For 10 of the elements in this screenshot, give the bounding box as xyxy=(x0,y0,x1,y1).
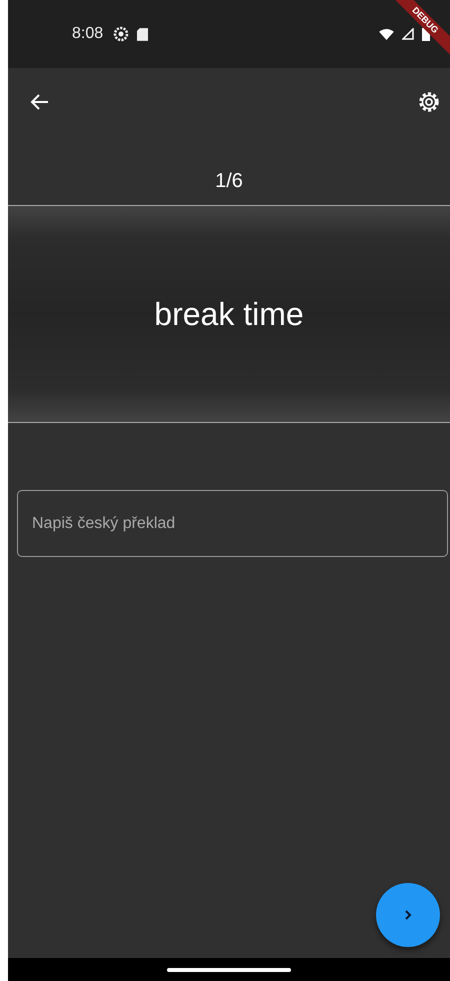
signal-icon xyxy=(402,28,414,40)
word-text: break time xyxy=(154,296,304,332)
settings-icon[interactable] xyxy=(417,90,441,114)
progress-counter: 1/6 xyxy=(214,169,244,194)
wifi-icon xyxy=(379,28,394,40)
answer-field[interactable]: Napiš český překlad xyxy=(17,490,448,557)
gear-icon xyxy=(113,26,130,42)
home-indicator[interactable] xyxy=(167,968,291,972)
sd-card-icon xyxy=(137,28,148,40)
status-time: 8:08 xyxy=(72,25,104,43)
